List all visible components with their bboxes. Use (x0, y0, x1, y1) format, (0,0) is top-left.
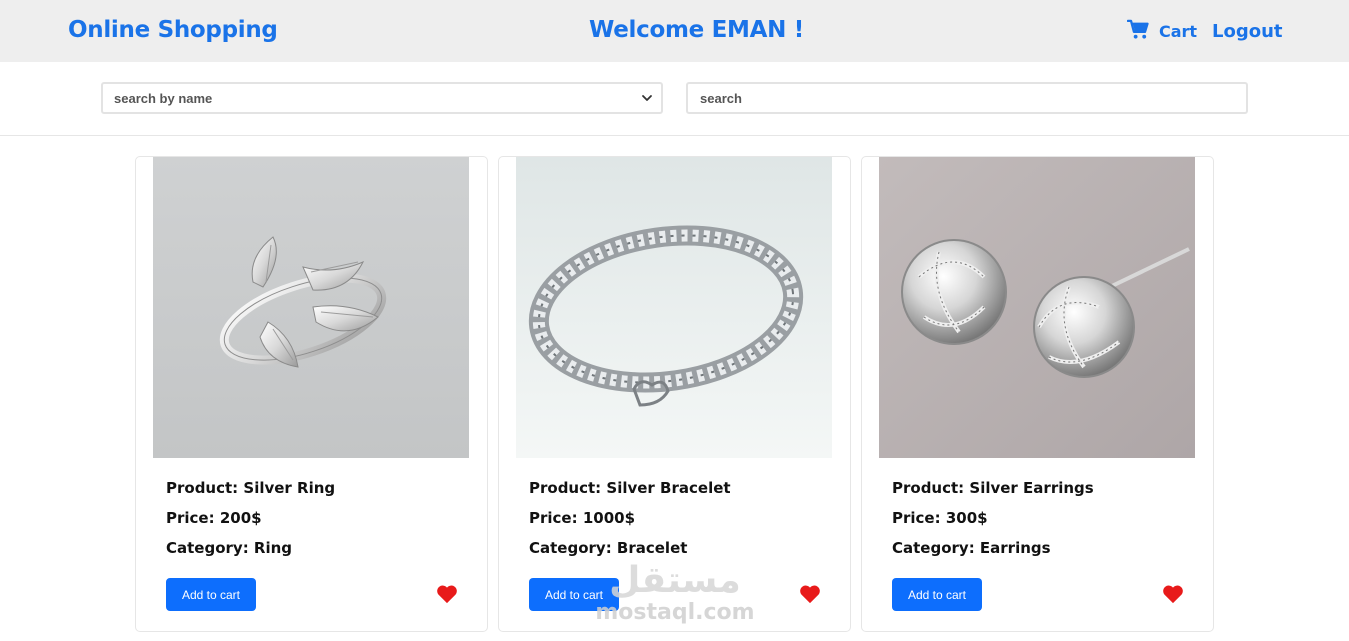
cart-link[interactable]: Cart (1126, 19, 1198, 44)
product-price: Price: 200$ (166, 509, 262, 527)
search-type-value: search by name (114, 90, 213, 106)
product-card: Product: Silver Bracelet Price: 1000$ Ca… (498, 156, 851, 632)
cart-icon (1126, 19, 1150, 44)
product-name: Product: Silver Earrings (892, 479, 1094, 497)
filter-bar: search by name search (0, 62, 1349, 136)
product-card: Product: Silver Ring Price: 200$ Categor… (135, 156, 488, 632)
product-image-silver-bracelet[interactable] (516, 157, 832, 458)
search-input[interactable]: search (686, 82, 1248, 114)
welcome-message: Welcome EMAN ! (589, 17, 804, 43)
add-to-cart-button[interactable]: Add to cart (892, 578, 982, 611)
heart-icon[interactable] (1162, 584, 1184, 604)
product-category: Category: Earrings (892, 539, 1051, 557)
product-name: Product: Silver Bracelet (529, 479, 731, 497)
product-category: Category: Bracelet (529, 539, 688, 557)
product-image-silver-earrings[interactable] (879, 157, 1195, 458)
add-to-cart-button[interactable]: Add to cart (166, 578, 256, 611)
heart-icon[interactable] (799, 584, 821, 604)
search-placeholder: search (700, 90, 742, 106)
product-category: Category: Ring (166, 539, 293, 557)
heart-icon[interactable] (436, 584, 458, 604)
product-price: Price: 300$ (892, 509, 988, 527)
brand-title[interactable]: Online Shopping (68, 17, 278, 43)
navbar: Online Shopping Welcome EMAN ! Cart Logo… (0, 0, 1349, 62)
product-card: Product: Silver Earrings Price: 300$ Cat… (861, 156, 1214, 632)
product-name: Product: Silver Ring (166, 479, 336, 497)
logout-link[interactable]: Logout (1212, 21, 1283, 42)
product-price: Price: 1000$ (529, 509, 636, 527)
cart-label: Cart (1159, 22, 1198, 41)
add-to-cart-button[interactable]: Add to cart (529, 578, 619, 611)
product-image-silver-ring[interactable] (153, 157, 469, 458)
search-type-select[interactable]: search by name (101, 82, 663, 114)
chevron-down-icon (642, 95, 652, 101)
